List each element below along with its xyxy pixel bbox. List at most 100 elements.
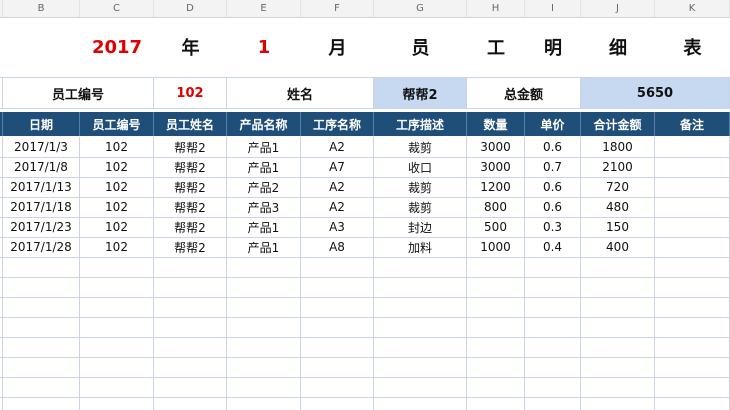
- cell-emp-name[interactable]: 帮帮2: [154, 137, 227, 157]
- cell-quantity[interactable]: 3000: [467, 157, 525, 177]
- column-letter-h[interactable]: H: [467, 0, 525, 17]
- cell-unit-price[interactable]: [525, 357, 581, 377]
- cell-amount[interactable]: 150: [581, 217, 655, 237]
- emp-no-value[interactable]: 102: [154, 78, 227, 108]
- cell-date[interactable]: 2017/1/8: [3, 157, 80, 177]
- cell-emp-no[interactable]: 102: [80, 177, 154, 197]
- cell-unit-price[interactable]: [525, 397, 581, 410]
- cell-emp-name[interactable]: [154, 257, 227, 277]
- cell-process[interactable]: [301, 297, 374, 317]
- cell-amount[interactable]: [581, 257, 655, 277]
- name-label[interactable]: 姓名: [227, 78, 374, 108]
- cell-emp-no[interactable]: 102: [80, 197, 154, 217]
- cell-process-desc[interactable]: [374, 377, 467, 397]
- cell-date[interactable]: [3, 337, 80, 357]
- cell-date[interactable]: 2017/1/23: [3, 217, 80, 237]
- cell-date[interactable]: [3, 357, 80, 377]
- cell-unit-price[interactable]: 0.6: [525, 177, 581, 197]
- cell-remark[interactable]: [655, 297, 730, 317]
- cell-amount[interactable]: [581, 277, 655, 297]
- cell-process-desc[interactable]: 裁剪: [374, 137, 467, 157]
- cell-emp-no[interactable]: 102: [80, 217, 154, 237]
- cell-emp-name[interactable]: 帮帮2: [154, 177, 227, 197]
- cell-quantity[interactable]: 500: [467, 217, 525, 237]
- cell-remark[interactable]: [655, 237, 730, 257]
- cell-date[interactable]: [3, 277, 80, 297]
- cell-amount[interactable]: [581, 317, 655, 337]
- cell-process-desc[interactable]: [374, 317, 467, 337]
- cell-amount[interactable]: [581, 337, 655, 357]
- cell-amount[interactable]: 400: [581, 237, 655, 257]
- cell-quantity[interactable]: 1200: [467, 177, 525, 197]
- cell-unit-price[interactable]: 0.7: [525, 157, 581, 177]
- cell-unit-price[interactable]: [525, 377, 581, 397]
- cell-remark[interactable]: [655, 277, 730, 297]
- cell-process[interactable]: [301, 337, 374, 357]
- cell-emp-no[interactable]: [80, 337, 154, 357]
- cell-emp-no[interactable]: [80, 357, 154, 377]
- cell-emp-name[interactable]: [154, 317, 227, 337]
- cell-emp-no[interactable]: [80, 297, 154, 317]
- cell-emp-no[interactable]: 102: [80, 237, 154, 257]
- header-emp-no[interactable]: 员工编号: [80, 112, 154, 136]
- cell-process[interactable]: [301, 397, 374, 410]
- cell-emp-name[interactable]: [154, 357, 227, 377]
- cell-quantity[interactable]: [467, 337, 525, 357]
- cell-unit-price[interactable]: 0.6: [525, 197, 581, 217]
- cell-unit-price[interactable]: 0.4: [525, 237, 581, 257]
- cell-process[interactable]: A2: [301, 137, 374, 157]
- cell-product[interactable]: [227, 317, 301, 337]
- cell-process-desc[interactable]: 裁剪: [374, 177, 467, 197]
- cell-product[interactable]: [227, 337, 301, 357]
- cell-process[interactable]: [301, 377, 374, 397]
- column-letter-f[interactable]: F: [301, 0, 374, 17]
- cell-emp-name[interactable]: 帮帮2: [154, 237, 227, 257]
- cell-process[interactable]: A8: [301, 237, 374, 257]
- cell-unit-price[interactable]: 0.6: [525, 137, 581, 157]
- cell-emp-name[interactable]: 帮帮2: [154, 157, 227, 177]
- cell-process-desc[interactable]: 加料: [374, 237, 467, 257]
- cell-quantity[interactable]: [467, 257, 525, 277]
- cell-amount[interactable]: 720: [581, 177, 655, 197]
- column-letter-d[interactable]: D: [154, 0, 227, 17]
- cell-date[interactable]: 2017/1/28: [3, 237, 80, 257]
- cell-emp-no[interactable]: [80, 377, 154, 397]
- cell-remark[interactable]: [655, 357, 730, 377]
- column-letter-c[interactable]: C: [80, 0, 154, 17]
- cell-process[interactable]: [301, 317, 374, 337]
- total-value[interactable]: 5650: [581, 78, 730, 108]
- cell-emp-name[interactable]: 帮帮2: [154, 217, 227, 237]
- cell-emp-name[interactable]: [154, 337, 227, 357]
- cell-amount[interactable]: [581, 397, 655, 410]
- cell-quantity[interactable]: [467, 377, 525, 397]
- cell-process-desc[interactable]: 裁剪: [374, 197, 467, 217]
- cell-remark[interactable]: [655, 377, 730, 397]
- cell-product[interactable]: 产品1: [227, 137, 301, 157]
- cell-process[interactable]: [301, 357, 374, 377]
- title-year[interactable]: 2017: [80, 17, 154, 77]
- cell-quantity[interactable]: [467, 397, 525, 410]
- cell-product[interactable]: 产品1: [227, 217, 301, 237]
- cell-product[interactable]: 产品3: [227, 197, 301, 217]
- cell-date[interactable]: [3, 317, 80, 337]
- cell-process[interactable]: [301, 277, 374, 297]
- cell-quantity[interactable]: [467, 357, 525, 377]
- cell-quantity[interactable]: 3000: [467, 137, 525, 157]
- cell-process-desc[interactable]: [374, 357, 467, 377]
- cell-process[interactable]: A2: [301, 197, 374, 217]
- cell-remark[interactable]: [655, 317, 730, 337]
- title-char-2[interactable]: 工: [467, 17, 525, 77]
- cell-remark[interactable]: [655, 257, 730, 277]
- header-date[interactable]: 日期: [3, 112, 80, 136]
- cell-unit-price[interactable]: [525, 297, 581, 317]
- title-char-1[interactable]: 员: [374, 17, 467, 77]
- cell-remark[interactable]: [655, 157, 730, 177]
- header-unit-price[interactable]: 单价: [525, 112, 581, 136]
- cell-date[interactable]: 2017/1/3: [3, 137, 80, 157]
- cell-remark[interactable]: [655, 217, 730, 237]
- cell-emp-name[interactable]: [154, 397, 227, 410]
- cell-emp-no[interactable]: 102: [80, 137, 154, 157]
- cell-process-desc[interactable]: [374, 337, 467, 357]
- column-letter-k[interactable]: K: [655, 0, 730, 17]
- cell-unit-price[interactable]: [525, 257, 581, 277]
